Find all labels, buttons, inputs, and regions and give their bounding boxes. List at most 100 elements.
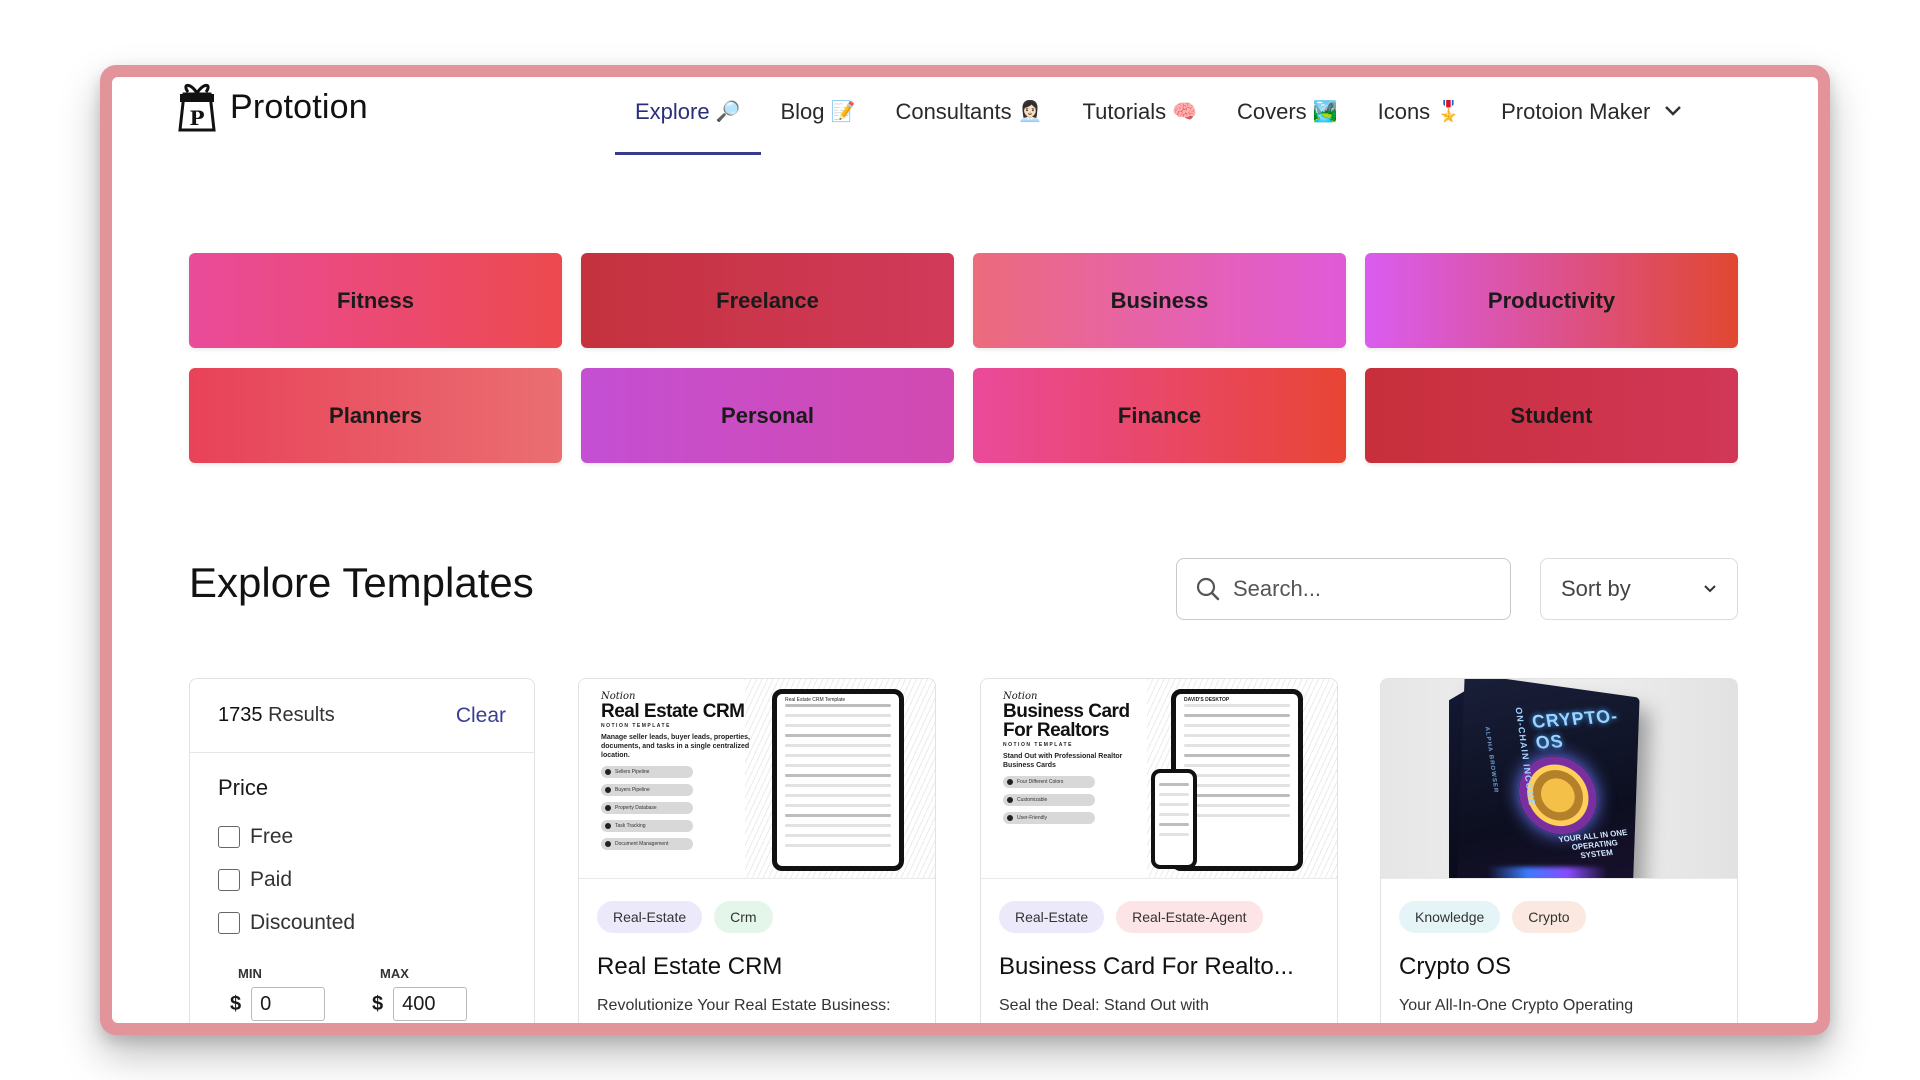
tablet-screen-title: DAVID'S DESKTOP xyxy=(1184,697,1230,703)
category-business[interactable]: Business xyxy=(973,253,1346,348)
tag-chip[interactable]: Knowledge xyxy=(1399,901,1501,933)
free-checkbox[interactable] xyxy=(218,825,240,848)
nav-explore-label: Explore xyxy=(635,99,710,124)
nav-blog[interactable]: Blog 📝 xyxy=(761,77,876,155)
logo-letter: P xyxy=(189,106,204,130)
medal-emoji-icon: 🎖️ xyxy=(1436,101,1462,123)
tablet-mockup: Real Estate CRM Template xyxy=(772,689,904,871)
tag-chip[interactable]: Real-Estate xyxy=(999,901,1105,933)
memo-emoji-icon: 📝 xyxy=(830,101,856,123)
clear-filters-link[interactable]: Clear xyxy=(456,704,506,728)
max-label: MAX xyxy=(380,966,409,981)
thumb-pill: Document Management xyxy=(601,838,693,850)
paid-checkbox[interactable] xyxy=(218,868,240,891)
product-box-image: CRYPTO-OS YOUR ALL IN ONE OPERATING SYST… xyxy=(1457,679,1640,878)
card-title[interactable]: Real Estate CRM xyxy=(597,953,935,981)
price-max: MAX $ 400 xyxy=(372,966,468,1021)
thumbnail-text: Notion Business Card For Realtors NOTION… xyxy=(1003,691,1153,824)
browser-window-frame: P Prototion Explore 🔎 Blog 📝 Consultants… xyxy=(100,65,1830,1035)
nav-covers-label: Covers xyxy=(1237,99,1307,124)
nav-tutorials-label: Tutorials xyxy=(1082,99,1167,124)
tag-chip[interactable]: Real-Estate xyxy=(597,901,703,933)
thumb-pill: Buyers Pipeline xyxy=(601,784,693,796)
template-card-real-estate-crm[interactable]: Notion Real Estate CRM NOTION TEMPLATE M… xyxy=(578,678,936,1023)
box-side-subtext: ALPHA BROWSER xyxy=(1483,726,1499,794)
max-price-input[interactable]: 400 xyxy=(393,987,468,1021)
thumb-pill: Property Database xyxy=(601,802,693,814)
category-personal[interactable]: Personal xyxy=(581,368,954,463)
brand-logo[interactable]: P Prototion xyxy=(176,80,368,134)
template-card-crypto-os[interactable]: CRYPTO-OS YOUR ALL IN ONE OPERATING SYST… xyxy=(1380,678,1738,1023)
discounted-checkbox[interactable] xyxy=(218,911,240,934)
card-title[interactable]: Business Card For Realto... xyxy=(999,953,1337,981)
box-title: CRYPTO-OS xyxy=(1530,705,1620,753)
thumb-sub: NOTION TEMPLATE xyxy=(1003,742,1073,748)
sort-label: Sort by xyxy=(1561,576,1631,601)
magnifier-emoji-icon: 🔎 xyxy=(715,101,741,123)
card-tags: Knowledge Crypto xyxy=(1399,901,1737,933)
nav-icons[interactable]: Icons 🎖️ xyxy=(1358,77,1482,155)
brand-name: Prototion xyxy=(230,87,368,126)
chevron-down-icon xyxy=(1664,101,1682,122)
card-thumbnail: Notion Business Card For Realtors NOTION… xyxy=(981,679,1337,879)
card-tags: Real-Estate Crm xyxy=(597,901,935,933)
price-option-paid[interactable]: Paid xyxy=(218,858,534,901)
card-thumbnail: CRYPTO-OS YOUR ALL IN ONE OPERATING SYST… xyxy=(1381,679,1737,879)
tag-chip[interactable]: Real-Estate-Agent xyxy=(1116,901,1263,933)
category-fitness[interactable]: Fitness xyxy=(189,253,562,348)
consultant-emoji-icon: 👩🏻‍💼 xyxy=(1017,101,1043,123)
free-label: Free xyxy=(250,824,294,848)
tag-chip[interactable]: Crm xyxy=(714,901,773,933)
nav-protoion-maker-dropdown[interactable]: Protoion Maker xyxy=(1481,77,1702,155)
nav-covers[interactable]: Covers 🏞️ xyxy=(1217,77,1358,155)
brain-emoji-icon: 🧠 xyxy=(1172,101,1197,123)
template-card-business-card-realtors[interactable]: Notion Business Card For Realtors NOTION… xyxy=(980,678,1338,1023)
results-label: Results xyxy=(268,704,335,726)
card-title[interactable]: Crypto OS xyxy=(1399,953,1737,981)
thumb-sub: NOTION TEMPLATE xyxy=(601,723,671,729)
card-description: Revolutionize Your Real Estate Business: xyxy=(597,997,891,1014)
paid-label: Paid xyxy=(250,867,293,891)
price-min: MIN $ 0 xyxy=(230,966,326,1021)
max-currency: $ xyxy=(372,992,384,1015)
gift-box-logo-icon: P xyxy=(178,83,216,132)
price-option-discounted[interactable]: Discounted xyxy=(218,901,534,944)
thumb-pill: Sellers Pipeline xyxy=(601,766,693,778)
nav-links: Explore 🔎 Blog 📝 Consultants 👩🏻‍💼 Tutori… xyxy=(615,77,1702,155)
top-nav: P Prototion Explore 🔎 Blog 📝 Consultants… xyxy=(112,77,1818,167)
nav-explore[interactable]: Explore 🔎 xyxy=(615,77,761,155)
nav-tutorials[interactable]: Tutorials 🧠 xyxy=(1063,77,1217,155)
price-option-free[interactable]: Free xyxy=(218,815,534,858)
nav-maker-label: Protoion Maker xyxy=(1501,99,1651,124)
thumb-pill: User-Friendly xyxy=(1003,812,1095,824)
category-grid: Fitness Freelance Business Productivity … xyxy=(189,253,1739,463)
category-freelance[interactable]: Freelance xyxy=(581,253,954,348)
thumb-pill: Four Different Colors xyxy=(1003,776,1095,788)
card-description: Seal the Deal: Stand Out with xyxy=(999,997,1209,1014)
results-number: 1735 xyxy=(218,704,263,726)
thumb-title: Real Estate CRM xyxy=(601,701,745,722)
category-student[interactable]: Student xyxy=(1365,368,1738,463)
card-description: Your All-In-One Crypto Operating xyxy=(1399,997,1634,1014)
chevron-down-icon xyxy=(1704,585,1716,593)
category-productivity[interactable]: Productivity xyxy=(1365,253,1738,348)
thumb-pill: Task Tracking xyxy=(601,820,693,832)
min-price-input[interactable]: 0 xyxy=(251,987,326,1021)
thumb-title: Business Card For Realtors xyxy=(1003,701,1130,741)
search-input[interactable] xyxy=(1233,576,1493,602)
page-title: Explore Templates xyxy=(189,559,534,606)
filter-panel: 1735 Results Clear Price Free Paid Disco… xyxy=(189,678,535,1023)
nav-icons-label: Icons xyxy=(1377,99,1431,124)
category-planners[interactable]: Planners xyxy=(189,368,562,463)
thumb-pill: Customizable xyxy=(1003,794,1095,806)
search-field[interactable] xyxy=(1176,558,1511,620)
landscape-emoji-icon: 🏞️ xyxy=(1312,101,1338,123)
sort-dropdown[interactable]: Sort by xyxy=(1540,558,1738,620)
category-finance[interactable]: Finance xyxy=(973,368,1346,463)
nav-consultants[interactable]: Consultants 👩🏻‍💼 xyxy=(875,77,1062,155)
min-currency: $ xyxy=(230,992,242,1015)
results-count: 1735 Results xyxy=(218,704,335,727)
tag-chip[interactable]: Crypto xyxy=(1512,901,1586,933)
nav-consultants-label: Consultants xyxy=(895,99,1012,124)
price-range: MIN $ 0 MAX $ 400 xyxy=(190,966,534,1023)
